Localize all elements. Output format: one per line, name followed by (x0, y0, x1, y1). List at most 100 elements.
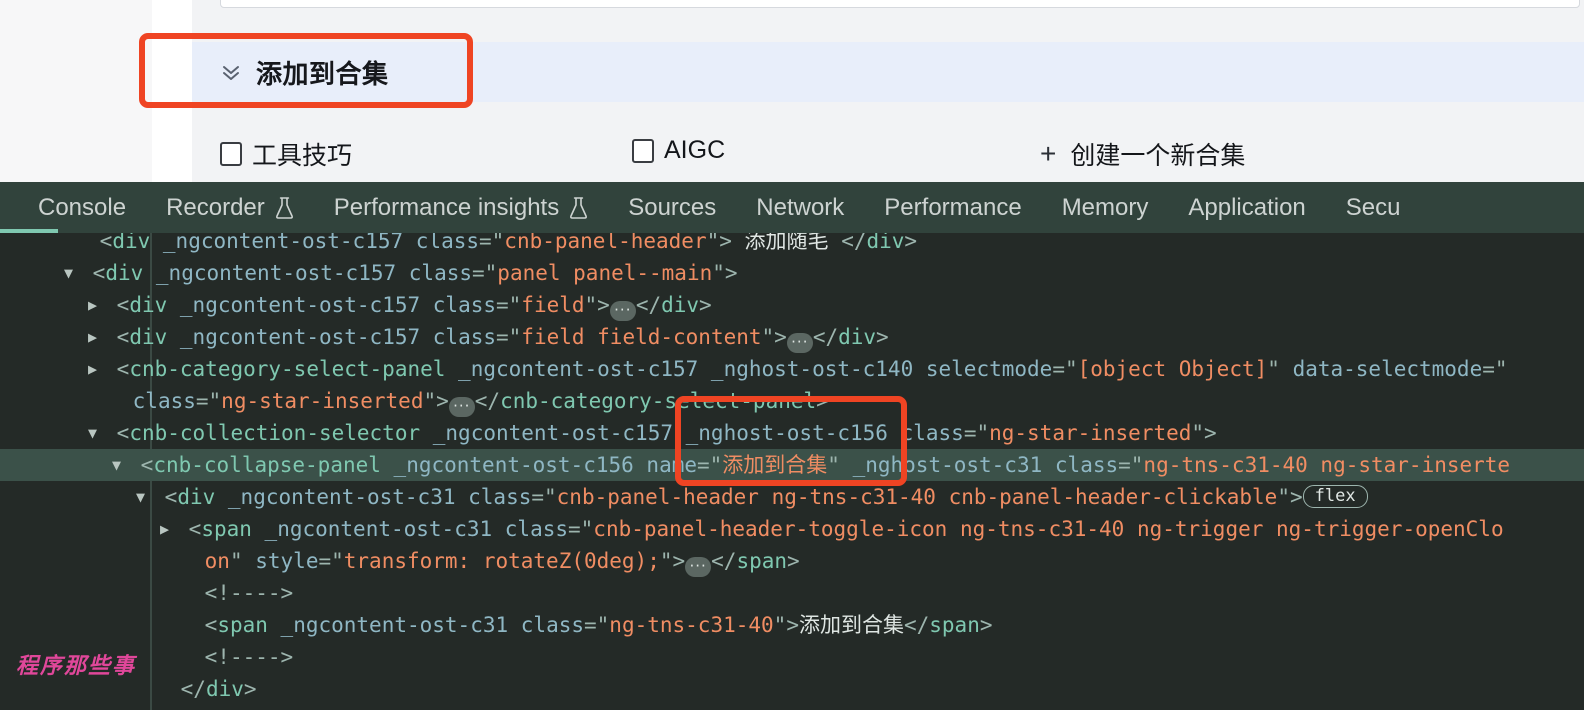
dom-tree-row[interactable]: <span _ngcontent-ost-c31 class="ng-tns-c… (0, 609, 1584, 641)
code-token-attrname: _ngcontent-ost-c157 (432, 421, 673, 445)
code-token-attrval: cnb-panel-header ng-tns-c31-40 cnb-panel… (556, 485, 1278, 509)
checkbox-item-tools[interactable]: 工具技巧 (220, 136, 352, 172)
collapsed-children-ellipsis-icon[interactable]: ··· (448, 397, 475, 417)
toggle-spacer (176, 609, 192, 641)
dom-tree-row-selected[interactable]: ▼ <cnb-collapse-panel _ngcontent-ost-c15… (0, 449, 1584, 481)
collapsed-children-ellipsis-icon[interactable]: ··· (685, 557, 712, 577)
code-token-txt: 添加随毛 (731, 233, 842, 253)
devtools-tab-s[interactable]: s (0, 182, 18, 233)
code-token-punc: > (787, 549, 800, 573)
code-token-tag: span (736, 549, 788, 573)
dom-tree-row[interactable]: ▼ <div _ngcontent-ost-c157 class="panel … (0, 257, 1584, 289)
tab-label: Recorder (166, 193, 265, 221)
code-token-punc: > (904, 233, 918, 253)
code-token-punc (396, 261, 409, 285)
code-token-punc (888, 421, 901, 445)
code-token-punc: =" (318, 549, 344, 573)
expand-toggle-closed-icon[interactable]: ▶ (160, 513, 176, 545)
code-token-punc (420, 325, 433, 349)
expand-toggle-open-icon[interactable]: ▼ (64, 257, 80, 289)
code-token-punc: < (164, 485, 178, 509)
code-token-punc (1042, 453, 1055, 477)
code-token-punc (215, 485, 228, 509)
code-token-punc: < (204, 613, 218, 637)
devtools-tab-performance[interactable]: Performance (864, 182, 1041, 233)
code-token-attrval: panel panel--main (497, 261, 713, 285)
code-token-attrname: _ngcontent-ost-c31 (264, 517, 493, 541)
chevron-double-down-icon[interactable] (220, 61, 242, 83)
devtools-tab-console[interactable]: Console (18, 182, 146, 233)
expand-toggle-open-icon[interactable]: ▼ (88, 417, 104, 449)
expand-toggle-open-icon[interactable]: ▼ (136, 481, 152, 513)
dom-tree-view[interactable]: < div _ngcontent-ost-c157 class =" cnb-pane… (0, 233, 1584, 710)
dom-tree-row[interactable]: </div> (0, 673, 1584, 705)
dom-tree-row[interactable]: <!----> (0, 641, 1584, 673)
flex-badge[interactable]: flex (1302, 485, 1368, 508)
code-token-punc: </ (711, 549, 737, 573)
expand-toggle-closed-icon[interactable]: ▶ (136, 705, 152, 710)
expand-toggle-closed-icon[interactable]: ▶ (88, 321, 104, 353)
code-token-punc: > (876, 325, 889, 349)
dom-tree-row[interactable]: ▶ <cnb-category-select-panel _ngcontent-… (0, 353, 1584, 385)
checkbox-item-aigc[interactable]: AIGC (632, 136, 725, 165)
toggle-spacer (104, 385, 120, 417)
code-token-punc: =" (1118, 453, 1144, 477)
code-token-punc (252, 517, 265, 541)
code-token-punc: =" (195, 389, 222, 413)
dom-tree-row[interactable]: ▶ <div _ngcontent-ost-c31 class="panel-c… (0, 705, 1584, 710)
dom-tree-row[interactable]: ▶ <div _ngcontent-ost-c157 class="field … (0, 321, 1584, 353)
code-token-punc (913, 357, 926, 381)
checkbox-box-icon[interactable] (632, 138, 654, 163)
dom-tree-row[interactable]: on" style="transform: rotateZ(0deg);"> ··… (0, 545, 1584, 577)
create-new-collection-button[interactable]: + 创建一个新合集 (1040, 136, 1245, 172)
devtools-tab-network[interactable]: Network (736, 182, 864, 233)
text-input-box[interactable] (220, 0, 1580, 8)
code-token-tag: div (105, 261, 144, 285)
dom-tree-row[interactable]: ▼ <cnb-collection-selector _ngcontent-os… (0, 417, 1584, 449)
code-token-attrname: _ngcontent-ost-c31 (280, 613, 509, 637)
code-token-attrname: data-selectmode (1292, 357, 1483, 381)
devtools-tab-performance-insights[interactable]: Performance insights (314, 182, 608, 233)
dom-tree-row[interactable]: ▶ <span _ngcontent-ost-c31 class="cnb-pa… (0, 513, 1584, 545)
collapsed-children-ellipsis-icon[interactable]: ··· (609, 301, 636, 321)
dom-tree-row[interactable]: <!----> (0, 577, 1584, 609)
devtools-tab-application[interactable]: Application (1168, 182, 1325, 233)
dom-tree-row[interactable]: ▼ <div _ngcontent-ost-c31 class="cnb-pan… (0, 481, 1584, 513)
code-token-tag: div (205, 677, 244, 701)
devtools-tab-recorder[interactable]: Recorder (146, 182, 314, 233)
dom-tree-row[interactable]: class="ng-star-inserted"> ··· </cnb-catego… (0, 385, 1584, 417)
collapse-panel-header[interactable]: 添加到合集 (192, 42, 1584, 102)
tab-label: Console (38, 193, 127, 221)
code-token-attrname: class (408, 261, 472, 285)
expand-toggle-closed-icon[interactable]: ▶ (88, 289, 104, 321)
dom-tree-row[interactable]: ▶ <div _ngcontent-ost-c157 class="field"… (0, 289, 1584, 321)
devtools-tab-secu[interactable]: Secu (1326, 182, 1421, 233)
devtools-tab-memory[interactable]: Memory (1042, 182, 1169, 233)
dom-tree-row[interactable]: <div _ngcontent-ost-c157 class="cnb-pane… (0, 233, 1584, 257)
webpage-viewport: 添加到合集 工具技巧 AIGC + 创建一个新合集 (0, 0, 1584, 182)
code-token-attrname: class (415, 233, 479, 253)
expand-toggle-open-icon[interactable]: ▼ (112, 449, 128, 481)
code-token-punc: > (699, 293, 712, 317)
code-token-punc: > (243, 677, 257, 701)
devtools-tab-bar: s Console Recorder Performance insights Sour… (0, 182, 1584, 233)
code-token-punc: =" (584, 613, 610, 637)
devtools-tab-sources[interactable]: Sources (608, 182, 736, 233)
code-token-punc (381, 453, 394, 477)
collapsed-children-ellipsis-icon[interactable]: ··· (786, 333, 813, 353)
toggle-spacer (176, 545, 192, 577)
checkbox-box-icon[interactable] (220, 142, 242, 166)
experiment-flask-icon (275, 196, 294, 220)
create-new-collection-label: 创建一个新合集 (1070, 142, 1246, 170)
expand-toggle-closed-icon[interactable]: ▶ (88, 353, 104, 385)
code-token-punc: </ (635, 293, 662, 317)
code-token-attrname: name (646, 453, 697, 477)
code-token-tag: span (201, 517, 252, 541)
code-token-tag: cnb-category-select-panel (500, 389, 817, 413)
